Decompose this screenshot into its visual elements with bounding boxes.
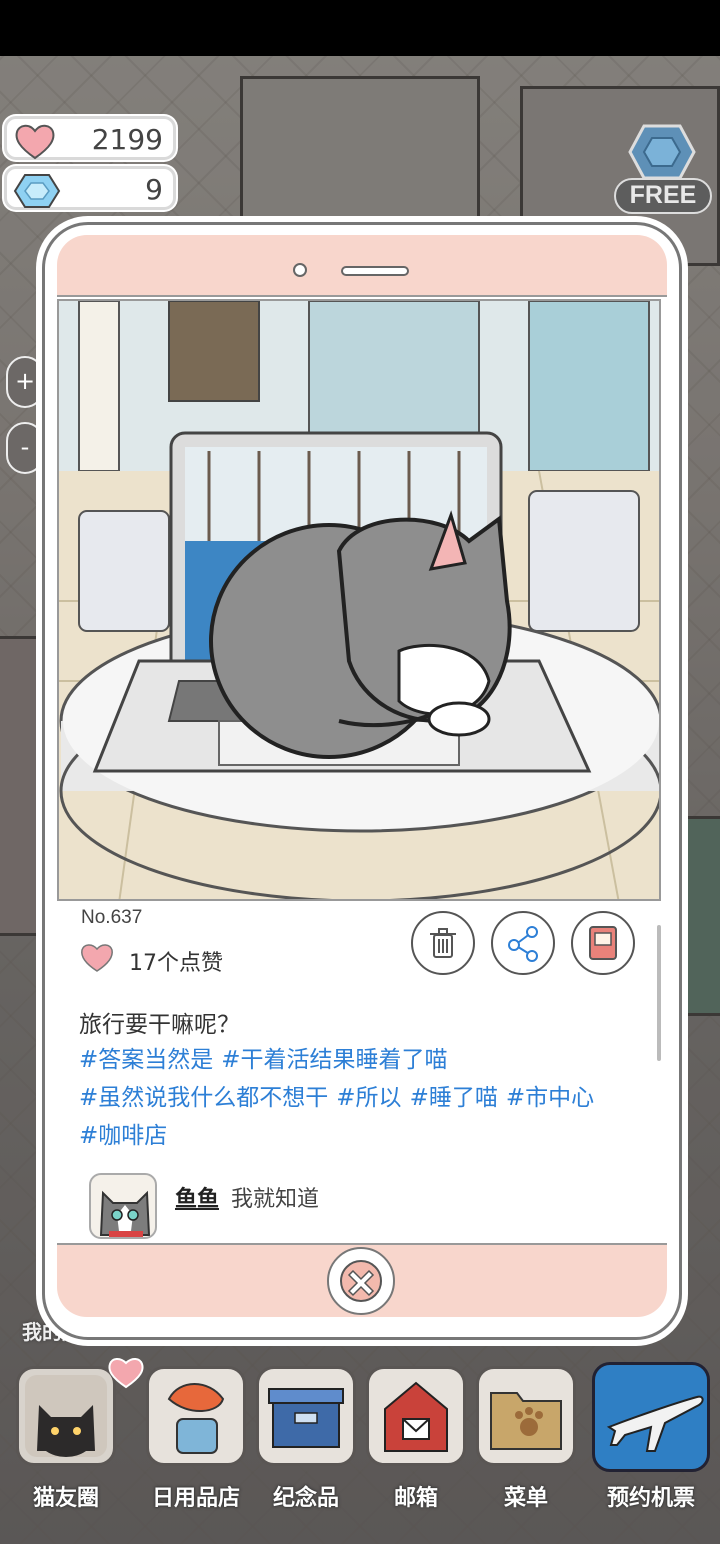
dock-souvenir-button[interactable] (256, 1366, 356, 1466)
hearts-counter: 2199 (4, 116, 176, 160)
post-photo (57, 299, 661, 901)
cat-avatar-icon (99, 1190, 151, 1237)
hashtag[interactable]: #咖啡店 (79, 1123, 167, 1149)
commenter-name[interactable]: 鱼鱼 (175, 1181, 219, 1213)
dock-flight-button[interactable] (592, 1362, 710, 1472)
delete-button[interactable] (411, 911, 475, 975)
zoom-out-button[interactable]: - (6, 422, 44, 474)
hashtag[interactable]: #答案当然是 (79, 1047, 213, 1073)
hashtag[interactable]: #所以 (336, 1085, 401, 1111)
post-hashtags: #答案当然是 #干着活结果睡着了喵 #虽然说我什么都不想干 #所以 #睡了喵 #市中心 … (79, 1041, 639, 1155)
avatar[interactable] (89, 1173, 157, 1239)
hashtag[interactable]: #干着活结果睡着了喵 (221, 1047, 447, 1073)
speaker-icon (341, 266, 409, 276)
camera-icon (293, 263, 307, 277)
dock-label-goods-store: 日用品店 (151, 1486, 240, 1511)
phone-bottom-bar (57, 1243, 667, 1317)
post-number: No.637 (81, 907, 143, 928)
post-caption: 旅行要干嘛呢？ (79, 1012, 240, 1038)
dock-cat-friends-button[interactable] (16, 1366, 116, 1466)
airplane-icon (606, 1395, 704, 1452)
souvenir-box-icon (268, 1388, 344, 1448)
likes-count: 17个点赞 (129, 951, 223, 976)
trash-icon (430, 928, 456, 958)
menu-folder-icon (490, 1392, 562, 1450)
close-icon (340, 1260, 382, 1302)
hashtag[interactable]: #市中心 (506, 1085, 594, 1111)
free-gem-icon[interactable] (626, 122, 698, 182)
share-icon (508, 926, 538, 962)
comment-text: 我就知道 (231, 1187, 320, 1212)
dock-label-flight: 预约机票 (606, 1486, 695, 1511)
gems-value: 9 (145, 173, 163, 206)
dock-label-mailbox: 邮箱 (393, 1486, 438, 1511)
dock-menu-button[interactable] (476, 1366, 576, 1466)
share-button[interactable] (491, 911, 555, 975)
album-icon (589, 926, 617, 960)
dock-label-cat-friends: 猫友圈 (32, 1486, 99, 1511)
gem-icon (13, 174, 61, 208)
like-heart-icon[interactable] (79, 941, 115, 973)
scrollbar[interactable] (657, 925, 661, 1061)
hearts-value: 2199 (91, 123, 163, 156)
bottom-dock: 猫友圈 日用品店 纪念品 邮箱 菜单 预约机票 (0, 1352, 720, 1544)
free-badge[interactable]: FREE (614, 178, 712, 214)
dock-goods-store-button[interactable] (146, 1366, 246, 1466)
dock-mailbox-button[interactable] (366, 1366, 466, 1466)
hashtag[interactable]: #睡了喵 (410, 1085, 498, 1111)
phone-top-bar (57, 235, 667, 297)
hashtag[interactable]: #虽然说我什么都不想干 (79, 1085, 328, 1111)
notification-heart-icon (108, 1358, 144, 1389)
mailbox-icon (384, 1381, 448, 1452)
goods-store-icon (167, 1383, 225, 1454)
heart-icon (15, 124, 55, 160)
gems-counter: 9 (4, 166, 176, 210)
close-button[interactable] (327, 1247, 395, 1315)
zoom-in-button[interactable]: + (6, 356, 44, 408)
dock-label-souvenir: 纪念品 (272, 1486, 339, 1511)
sleeping-cat-on-laptop-illustration (59, 301, 659, 899)
album-button[interactable] (571, 911, 635, 975)
post-phone-modal: No.637 17个点赞 旅行要干嘛呢？ #答案当然是 #干着活结果睡着了喵 #… (42, 222, 682, 1340)
comment-row: 鱼鱼 我就知道 (89, 1173, 649, 1239)
dock-label-menu: 菜单 (503, 1486, 548, 1511)
cat-friends-icon (25, 1375, 107, 1457)
